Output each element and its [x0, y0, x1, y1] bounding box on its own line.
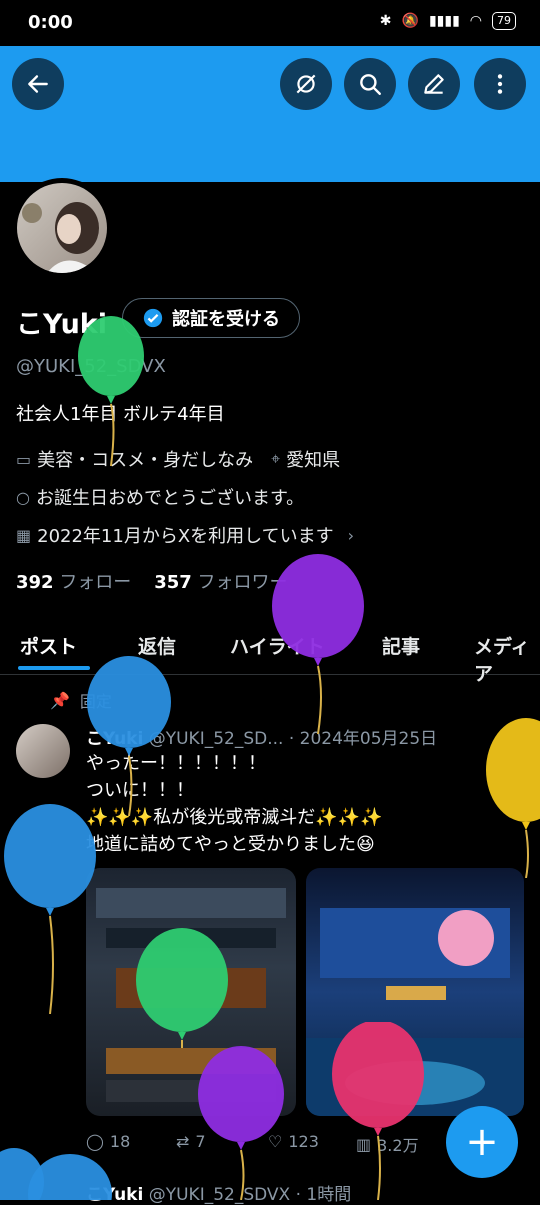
search-icon — [360, 74, 381, 95]
balloon-purple-2 — [198, 1046, 284, 1200]
balloon-green-1 — [78, 316, 144, 466]
balloon-purple-1 — [272, 554, 364, 734]
mute-icon: 🔕 — [401, 13, 419, 29]
birthday-row: ○ お誕生日おめでとうございます。 — [16, 484, 304, 510]
profile-location: 愛知県 — [286, 450, 341, 471]
balloon-blue-1 — [87, 656, 171, 816]
balloon-blue-2 — [4, 804, 96, 1014]
tab-articles[interactable]: 記事 — [382, 632, 420, 659]
search-button[interactable] — [344, 58, 396, 110]
edit-button[interactable] — [408, 58, 460, 110]
tab-media[interactable]: メディア — [474, 632, 540, 686]
following-label[interactable]: フォロー — [59, 572, 131, 593]
active-tab-indicator — [18, 666, 90, 670]
more-icon — [497, 74, 503, 94]
followers-count[interactable]: 357 — [154, 572, 192, 593]
back-arrow-icon — [28, 75, 48, 93]
location-icon: ⌖ — [271, 449, 281, 468]
chevron-right-icon: › — [347, 525, 355, 545]
post-avatar[interactable] — [16, 724, 70, 778]
balloon-yellow-1 — [486, 718, 540, 878]
back-button[interactable] — [12, 58, 64, 110]
pin-icon: 📌 — [50, 690, 70, 710]
more-button[interactable] — [474, 58, 526, 110]
bluetooth-icon: ✱ — [379, 13, 392, 29]
calendar-icon: ▦ — [16, 525, 32, 545]
profile-meta-row: ▭ 美容・コスメ・身だしなみ ⌖ 愛知県 — [16, 446, 340, 472]
follow-stats: 392 フォロー 357 フォロワー — [16, 568, 288, 594]
balloon-blue-3 — [0, 1148, 112, 1200]
edit-icon — [424, 74, 444, 94]
joined-row[interactable]: ▦ 2022年11月からXを利用しています › — [16, 522, 354, 548]
balloon-icon: ○ — [16, 487, 30, 507]
hide-icon — [296, 74, 316, 94]
profile-joined: 2022年11月からXを利用しています — [37, 526, 334, 547]
battery-icon: 79 — [492, 12, 516, 30]
like-count: 123 — [288, 1132, 319, 1151]
balloon-pink-1 — [332, 1022, 424, 1200]
tab-posts[interactable]: ポスト — [20, 632, 77, 659]
plus-icon: + — [465, 1119, 499, 1165]
get-verified-button[interactable]: 認証を受ける — [122, 298, 300, 338]
get-verified-label: 認証を受ける — [172, 309, 280, 330]
following-count[interactable]: 392 — [16, 572, 54, 593]
status-bar: 0:00 ✱ 🔕 ▮▮▮▮ ◠ 79 — [0, 0, 540, 46]
signal-icon: ▮▮▮▮ — [428, 13, 460, 29]
compose-post-button[interactable]: + — [446, 1106, 518, 1178]
status-time: 0:00 — [28, 12, 73, 33]
balloon-green-2 — [136, 928, 228, 1048]
briefcase-icon: ▭ — [16, 449, 32, 469]
repost-icon: ⇄ — [176, 1132, 190, 1151]
wifi-icon: ◠ — [469, 13, 482, 29]
tab-replies[interactable]: 返信 — [138, 632, 176, 659]
profile-avatar[interactable] — [12, 178, 112, 278]
profile-banner — [0, 46, 540, 182]
hide-button[interactable] — [280, 58, 332, 110]
profile-birthday: お誕生日おめでとうございます。 — [35, 488, 305, 509]
